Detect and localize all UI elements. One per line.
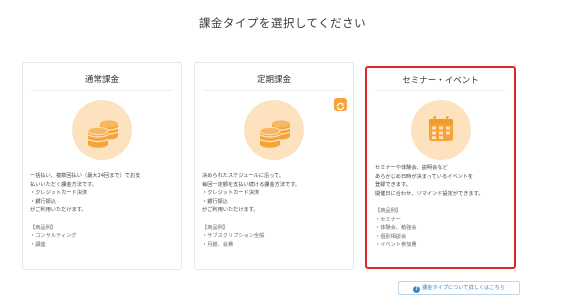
card-title: 通常課金	[84, 75, 119, 85]
example-item: ・講座	[30, 241, 46, 248]
example-item: ・サブスクリプション全般	[202, 233, 265, 240]
card-description: 一括払い、複数回払い（最大24回まで）でお支 払いいただく課金方法です。 ・クレ…	[30, 172, 175, 249]
card-divider	[31, 90, 173, 91]
calendar-icon	[410, 100, 471, 160]
example-item: ・イベント参加費	[375, 242, 417, 249]
billing-type-card-seminar-event[interactable]: セミナー・イベント セミナーや体験会、説明会など あらかじめ日時が決まっているイ…	[365, 66, 516, 269]
examples-label: 【商品例】	[202, 224, 228, 231]
sync-icon	[334, 98, 347, 111]
example-item: ・個別相談会	[375, 233, 407, 240]
page-title: 課金タイプを選択してください	[198, 16, 367, 30]
examples-label: 【商品例】	[375, 207, 401, 214]
card-title: セミナー・イベント	[402, 76, 479, 86]
card-divider	[375, 90, 506, 91]
example-item: ・コンサルティング	[30, 233, 77, 240]
coins-icon	[244, 100, 304, 160]
billing-type-help-link[interactable]: ? 課金タイプについて詳しくはこちら	[398, 281, 520, 295]
help-link-label: 課金タイプについて詳しくはこちら	[422, 285, 505, 291]
billing-type-card-subscription[interactable]: 定期課金 決められたスケジュールに沿って、 毎回一定額を支払い続ける課金方法です…	[194, 62, 354, 270]
example-item: ・体験会、勉強会	[375, 225, 417, 232]
card-description: 決められたスケジュールに沿って、 毎回一定額を支払い続ける課金方法です。 ・クレ…	[202, 172, 347, 249]
card-description: セミナーや体験会、説明会など あらかじめ日時が決まっているイベントを 登録できま…	[375, 164, 508, 250]
example-item: ・セミナー	[375, 216, 401, 223]
examples-label: 【商品例】	[30, 224, 56, 231]
coins-icon	[72, 100, 132, 160]
question-icon: ?	[413, 286, 421, 293]
card-title: 定期課金	[256, 75, 291, 85]
example-item: ・月謝、会費	[202, 241, 234, 248]
card-divider	[203, 90, 345, 91]
billing-type-card-normal[interactable]: 通常課金 一括払い、複数回払い（最大24回まで）でお支 払いいただく課金方法です…	[22, 62, 182, 270]
